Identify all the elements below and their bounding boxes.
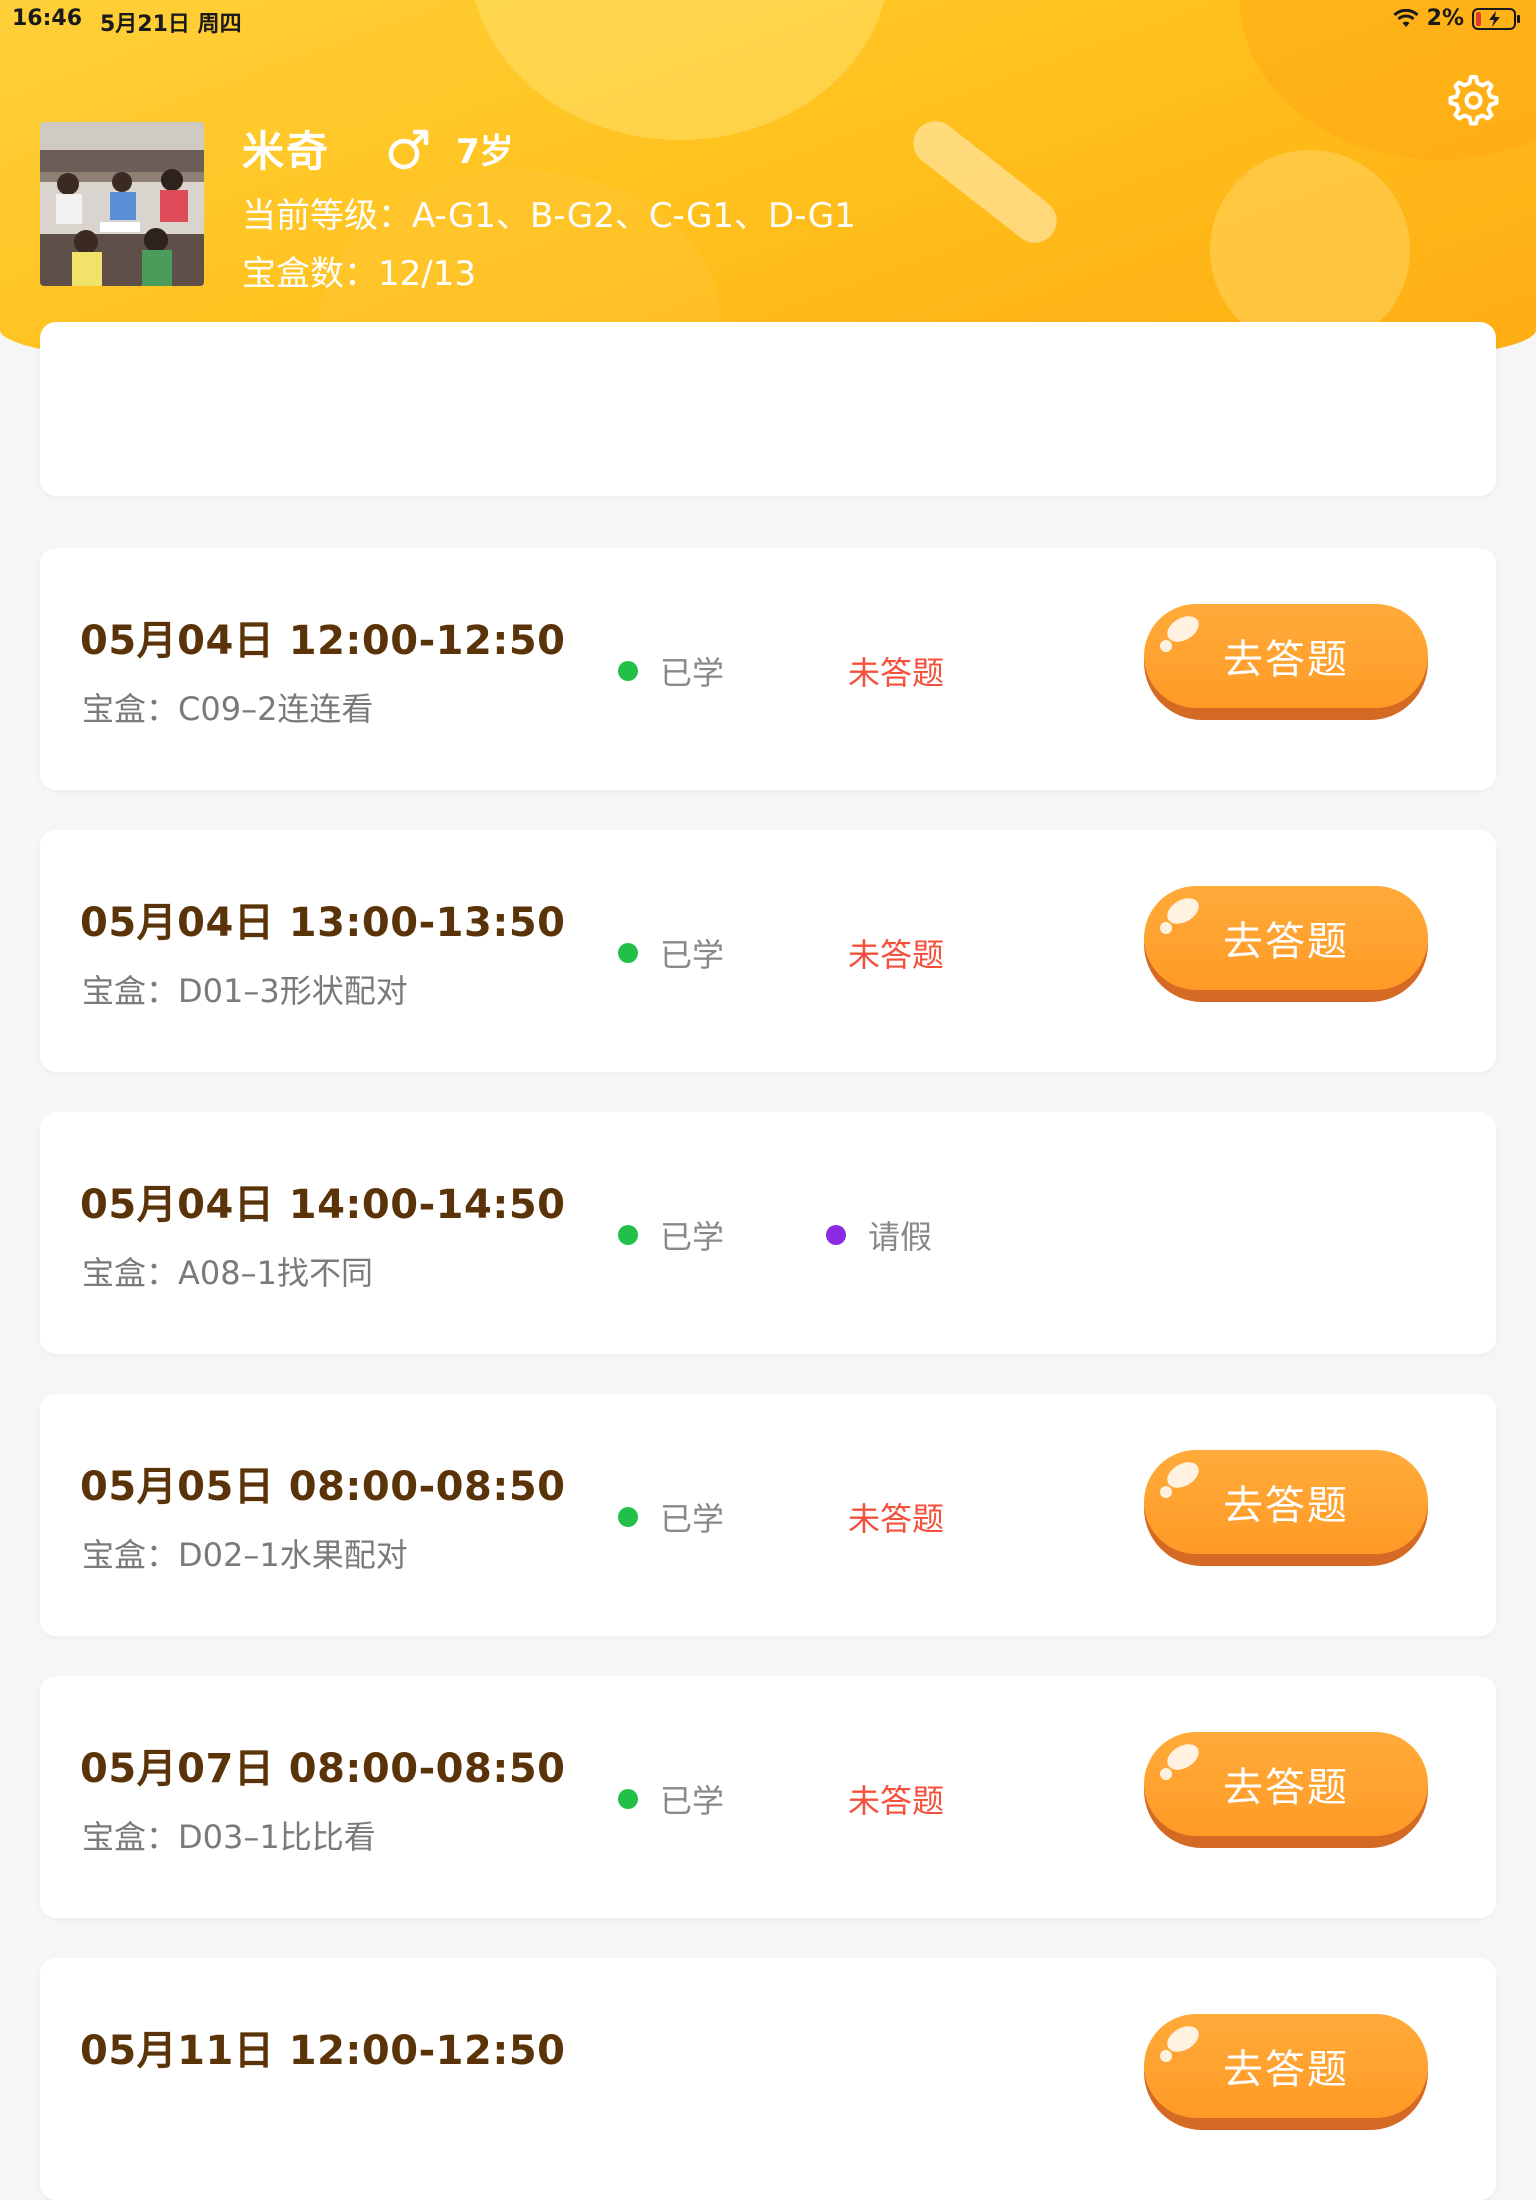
answer-button-face[interactable]: 去答题 [1144,886,1428,990]
level-label: 当前等级： [242,196,412,236]
box-value: 12/13 [378,254,476,294]
answer-button-label: 去答题 [1223,919,1349,965]
summary-card [40,322,1496,496]
button-shine [1160,922,1172,934]
status-date: 5月21日 周四 [100,12,242,37]
learned-status: 已学 [618,930,724,976]
answer-button-label: 去答题 [1223,1483,1349,1529]
answer-button[interactable]: 去答题 [1144,886,1428,1002]
lesson-card: 05月04日 14:00-14:50 宝盒：A08–1找不同 已学 请假 [40,1112,1496,1354]
current-level: 当前等级：A-G1、B-G2、C-G1、D-G1 [242,188,856,237]
wifi-icon [1393,8,1419,27]
answer-status: 未答题 [848,1500,945,1538]
lesson-card: 05月04日 13:00-13:50 宝盒：D01–3形状配对 已学 未答题 去… [40,830,1496,1072]
battery-charging-icon [1472,7,1520,30]
answer-button-face[interactable]: 去答题 [1144,1732,1428,1836]
answer-button-label: 去答题 [1223,637,1349,683]
button-shine [1160,640,1172,652]
user-name: 米奇 [242,127,331,176]
battery-percent: 2% [1426,6,1464,31]
answer-button-face[interactable]: 去答题 [1144,2014,1428,2118]
lesson-time: 05月04日 14:00-14:50 [80,1182,566,1228]
answer-status: 未答题 [848,936,945,974]
answer-button-label: 去答题 [1223,1765,1349,1811]
lesson-time: 05月11日 12:00-12:50 [80,2028,566,2074]
green-dot-icon [618,943,638,963]
answer-button[interactable]: 去答题 [1144,1732,1428,1848]
leave-status: 请假 [826,1212,932,1258]
lesson-box: 宝盒：C09–2连连看 [82,690,374,728]
gear-icon[interactable] [1443,72,1499,128]
decor-streak [904,112,1066,252]
learned-label: 已学 [660,1782,725,1820]
answer-button[interactable]: 去答题 [1144,604,1428,720]
green-dot-icon [618,1789,638,1809]
lesson-box: 宝盒：D02–1水果配对 [82,1536,408,1574]
answer-status: 未答题 [848,1782,945,1820]
lesson-box: 宝盒：D03–1比比看 [82,1818,376,1856]
lesson-card: 05月11日 12:00-12:50 去答题 [40,1958,1496,2200]
learned-status: 已学 [618,1212,724,1258]
lesson-time: 05月05日 08:00-08:50 [80,1464,566,1510]
lesson-time: 05月04日 12:00-12:50 [80,618,566,664]
lesson-box: 宝盒：A08–1找不同 [82,1254,373,1292]
green-dot-icon [618,1225,638,1245]
lesson-time: 05月07日 08:00-08:50 [80,1746,566,1792]
male-icon [388,129,429,169]
avatar[interactable] [40,122,204,286]
learned-label: 已学 [660,936,725,974]
user-info: 米奇 7岁 [242,118,514,179]
learned-label: 已学 [660,1500,725,1538]
lesson-card: 05月05日 08:00-08:50 宝盒：D02–1水果配对 已学 未答题 去… [40,1394,1496,1636]
status-time: 16:46 [12,6,83,31]
answer-button[interactable]: 去答题 [1144,2014,1428,2130]
learned-status: 已学 [618,1494,724,1540]
leave-label: 请假 [868,1218,933,1256]
level-value: A-G1、B-G2、C-G1、D-G1 [412,196,856,236]
learned-label: 已学 [660,654,725,692]
learned-label: 已学 [660,1218,725,1256]
lesson-box: 宝盒：D01–3形状配对 [82,972,408,1010]
answer-status: 未答题 [848,654,945,692]
box-label: 宝盒数： [242,254,378,294]
lesson-time: 05月04日 13:00-13:50 [80,900,566,946]
answer-button-label: 去答题 [1223,2047,1349,2093]
button-shine [1160,1768,1172,1780]
box-count: 宝盒数：12/13 [242,246,476,295]
status-bar: 16:46 5月21日 周四 2% [0,0,1536,40]
green-dot-icon [618,1507,638,1527]
purple-dot-icon [826,1225,846,1245]
lesson-card: 05月04日 12:00-12:50 宝盒：C09–2连连看 已学 未答题 去答… [40,548,1496,790]
answer-button[interactable]: 去答题 [1144,1450,1428,1566]
status-right: 2% [1393,6,1522,31]
learned-status: 已学 [618,648,724,694]
green-dot-icon [618,661,638,681]
answer-button-face[interactable]: 去答题 [1144,604,1428,708]
button-shine [1160,1486,1172,1498]
decor-blob [1210,150,1410,350]
learned-status: 已学 [618,1776,724,1822]
user-age: 7岁 [456,132,514,172]
lesson-card: 05月07日 08:00-08:50 宝盒：D03–1比比看 已学 未答题 去答… [40,1676,1496,1918]
answer-button-face[interactable]: 去答题 [1144,1450,1428,1554]
button-shine [1160,2050,1172,2062]
